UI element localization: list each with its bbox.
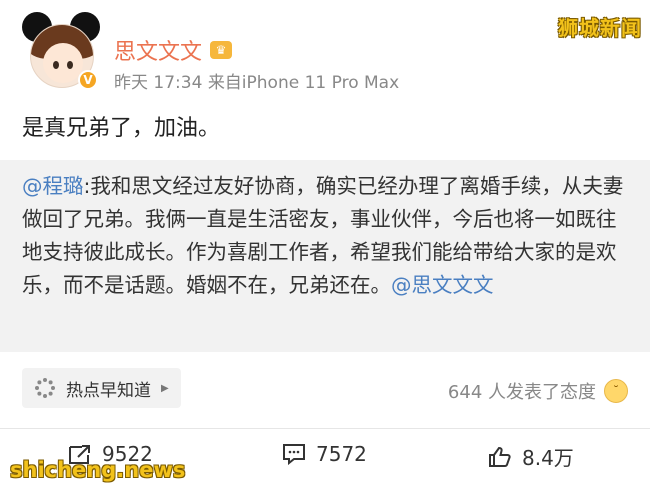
repost-box[interactable]: @程璐:我和思文经过友好协商，确实已经办理了离婚手续，从夫妻做回了兄弟。我俩一直… xyxy=(0,160,650,352)
trend-chip[interactable]: 热点早知道 ▶ xyxy=(22,368,181,408)
attitude-text: 644 人发表了态度 xyxy=(447,382,596,403)
like-count: 8.4万 xyxy=(522,446,574,470)
trend-spinner-icon xyxy=(35,378,55,398)
mention-end[interactable]: @思文文文 xyxy=(391,273,494,297)
like-button[interactable]: 8.4万 xyxy=(488,442,574,471)
post-source: 来自iPhone 11 Pro Max xyxy=(207,73,400,93)
divider xyxy=(0,428,650,429)
repost-content: @程璐:我和思文经过友好协商，确实已经办理了离婚手续，从夫妻做回了兄弟。我俩一直… xyxy=(22,170,628,302)
user-name-row: 思文文文 ♛ xyxy=(114,34,233,66)
avatar-eye-left xyxy=(53,61,59,69)
post-meta: 昨天 17:34 来自iPhone 11 Pro Max xyxy=(114,68,399,93)
trend-label: 热点早知道 xyxy=(66,380,151,401)
comment-button[interactable]: 7572 xyxy=(282,442,367,466)
comment-count: 7572 xyxy=(316,442,367,466)
avatar-eye-right xyxy=(67,61,73,69)
attitude-summary[interactable]: 644 人发表了态度 ˘ xyxy=(448,378,628,404)
watermark-logo-bottom: shicheng.news xyxy=(10,458,186,482)
user-name[interactable]: 思文文文 xyxy=(114,34,202,66)
emoji-face-icon: ˘ xyxy=(604,379,628,403)
avatar[interactable]: V xyxy=(22,12,104,94)
avatar-face xyxy=(43,43,83,83)
comment-icon xyxy=(283,444,305,465)
post-text: 是真兄弟了，加油。 xyxy=(22,116,221,141)
thumbs-up-icon xyxy=(489,446,511,467)
repost-body: :我和思文经过友好协商，确实已经办理了离婚手续，从夫妻做回了兄弟。我俩一直是生活… xyxy=(22,174,624,297)
post-time: 昨天 17:34 xyxy=(114,73,203,93)
verified-icon: V xyxy=(78,70,98,90)
mention-author[interactable]: @程璐 xyxy=(22,174,84,198)
chevron-right-icon: ▶ xyxy=(161,382,169,394)
post-header: V 思文文文 ♛ 昨天 17:34 来自iPhone 11 Pro Max xyxy=(22,12,622,102)
trend-row: 热点早知道 ▶ 644 人发表了态度 ˘ xyxy=(0,360,650,420)
vip-crown-icon: ♛ xyxy=(210,41,233,59)
